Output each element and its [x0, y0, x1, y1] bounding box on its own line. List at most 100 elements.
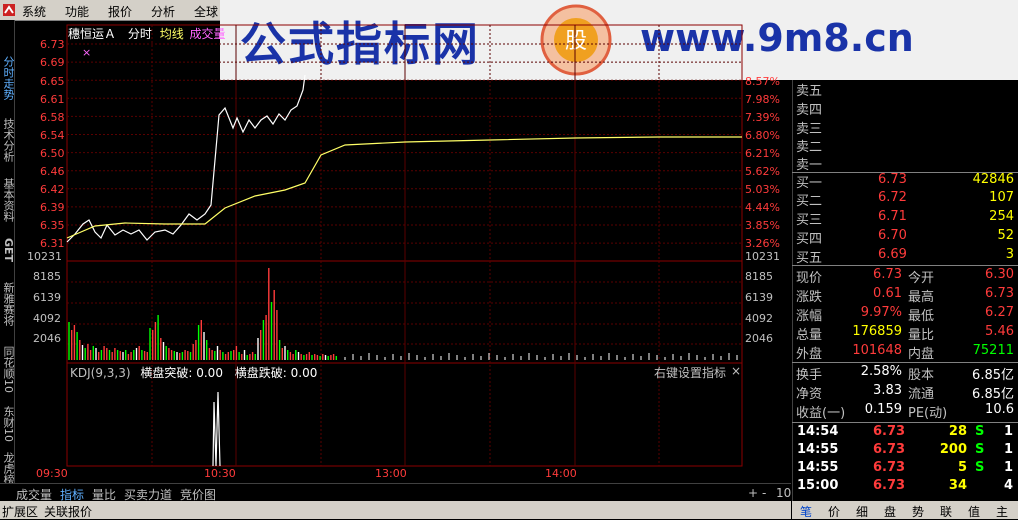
kdj-title[interactable]: KDJ(9,3,3): [70, 366, 131, 380]
vol-tick-right: 10231: [745, 250, 780, 263]
tab-trend[interactable]: 势: [912, 503, 924, 520]
pct-tick: 5.03%: [745, 183, 780, 196]
price-tick: 6.58: [40, 111, 65, 124]
pct-tick: 7.98%: [745, 93, 780, 106]
change-pct: 9.97%: [860, 305, 902, 320]
related-quote-button[interactable]: 关联报价: [44, 503, 92, 520]
pct-tick: 8.57%: [745, 75, 780, 88]
vol-tick: 10231: [27, 250, 62, 263]
vol-tick: 6139: [33, 291, 61, 304]
menu-quote[interactable]: 报价: [108, 3, 132, 20]
tab-value[interactable]: 值: [968, 503, 980, 520]
side-tab-technical[interactable]: 技术分析: [0, 118, 15, 162]
tab-order[interactable]: 盘: [884, 503, 896, 520]
bid-row[interactable]: 买三 6.71 254: [796, 209, 1016, 228]
chart-mode[interactable]: 分时: [128, 27, 152, 41]
divider: [792, 362, 1018, 363]
close-icon[interactable]: ×: [731, 364, 741, 378]
tick-row: 14:55 6.73 200 S 1: [797, 442, 1013, 457]
tab-price[interactable]: 价: [828, 503, 840, 520]
divider: [792, 265, 1018, 266]
tab-detail[interactable]: 细: [856, 503, 868, 520]
eps: 0.159: [864, 402, 902, 417]
indicator-settings-link[interactable]: 右键设置指标: [654, 364, 726, 381]
avg-label: 均线: [159, 27, 184, 41]
kdj-header: KDJ(9,3,3) 横盘突破: 0.00 横盘跌破: 0.00: [70, 364, 317, 381]
price-tick: 6.69: [40, 56, 65, 69]
pct-tick: 7.39%: [745, 111, 780, 124]
tick-row: 14:55 6.73 5 S 1: [797, 460, 1013, 475]
tick-row: 14:54 6.73 28 S 1: [797, 424, 1013, 439]
vol-tick-right: 8185: [745, 270, 773, 283]
divider: [792, 422, 1018, 423]
pct-tick: 4.44%: [745, 201, 780, 214]
quote-fields: 现价 6.73 今开 6.30 涨跌 0.61 最高 6.73 涨幅 9.97%…: [796, 267, 1014, 362]
price-tick: 6.65: [40, 75, 65, 88]
price-tick: 6.39: [40, 201, 65, 214]
time-tick: 14:00: [545, 467, 577, 480]
vol-tick-right: 4092: [745, 312, 773, 325]
time-tick: 13:00: [375, 467, 407, 480]
total-volume: 176859: [852, 324, 902, 339]
ask-row[interactable]: 卖三: [796, 118, 1016, 137]
outer-volume: 101648: [852, 343, 902, 358]
period-button[interactable]: 10: [776, 486, 791, 500]
side-tab-xinya[interactable]: 新雅赛将: [0, 282, 15, 326]
marker-icon: ×: [82, 46, 92, 59]
bid-row[interactable]: 买二 6.72 107: [796, 190, 1016, 209]
side-tab-ths10[interactable]: 同花顺10: [0, 346, 15, 393]
tab-related[interactable]: 联: [940, 503, 952, 520]
price-tick: 6.31: [40, 237, 65, 250]
pct-tick: 5.62%: [745, 165, 780, 178]
turnover: 2.58%: [860, 364, 902, 379]
quote-tabs: 笔 价 细 盘 势 联 值 主: [792, 501, 1018, 519]
pct-tick: 6.80%: [745, 129, 780, 142]
pct-tick: 3.85%: [745, 219, 780, 232]
extension-area-button[interactable]: 扩展区: [2, 503, 38, 520]
vol-tick: 8185: [33, 270, 61, 283]
vol-tick: 4092: [33, 312, 61, 325]
indicator-tabs: 成交量 指标 量比 买卖力道 竞价图 + - 10: [0, 483, 791, 502]
status-bar: 扩展区 关联报价: [0, 501, 791, 519]
vol-tick-right: 2046: [745, 332, 773, 345]
menu-system[interactable]: 系统: [22, 3, 46, 20]
vol-label: 成交量: [189, 27, 226, 41]
tab-main[interactable]: 主: [996, 503, 1008, 520]
time-tick: 09:30: [36, 467, 68, 480]
menu-analysis[interactable]: 分析: [151, 3, 175, 20]
bid-row[interactable]: 买五 6.69 3: [796, 247, 1016, 266]
ask-row[interactable]: 卖一: [796, 154, 1016, 173]
side-tab-dc10[interactable]: 东财10: [0, 406, 15, 442]
price-tick: 6.61: [40, 93, 65, 106]
ask-row[interactable]: 卖四: [796, 99, 1016, 118]
tab-tick[interactable]: 笔: [800, 503, 812, 520]
kdj-line: [212, 391, 221, 467]
volume-ratio: 5.46: [985, 324, 1014, 339]
app-logo-icon: [3, 4, 15, 16]
current-price: 6.73: [873, 267, 902, 282]
zoom-out-button[interactable]: -: [762, 486, 766, 500]
zoom-in-button[interactable]: +: [748, 486, 758, 500]
ask-row[interactable]: 卖五: [796, 80, 1016, 99]
bid-row[interactable]: 买一 6.73 42846: [796, 172, 1016, 191]
float-shares: 6.85亿: [972, 387, 1014, 402]
pct-tick: 3.26%: [745, 237, 780, 250]
left-sidebar: 分时走势 技术分析 基本资料 GET 新雅赛将 同花顺10 东财10 龙虎榜单: [0, 20, 15, 500]
vol-tick: 2046: [33, 332, 61, 345]
time-tick: 10:30: [204, 467, 236, 480]
side-tab-get[interactable]: GET: [0, 238, 15, 262]
bid-row[interactable]: 买四 6.70 52: [796, 228, 1016, 247]
menu-global[interactable]: 全球: [194, 3, 218, 20]
net-assets: 3.83: [873, 383, 902, 398]
price-tick: 6.46: [40, 165, 65, 178]
ask-row[interactable]: 卖二: [796, 136, 1016, 155]
side-tab-intraday[interactable]: 分时走势: [0, 56, 15, 100]
pct-tick: 6.21%: [745, 147, 780, 160]
side-tab-fundamentals[interactable]: 基本资料: [0, 178, 15, 222]
price-tick: 6.42: [40, 183, 65, 196]
price-tick: 6.50: [40, 147, 65, 160]
menu-function[interactable]: 功能: [65, 3, 89, 20]
intraday-chart[interactable]: [15, 20, 791, 482]
high-price: 6.73: [985, 286, 1014, 301]
price-tick: 6.73: [40, 38, 65, 51]
